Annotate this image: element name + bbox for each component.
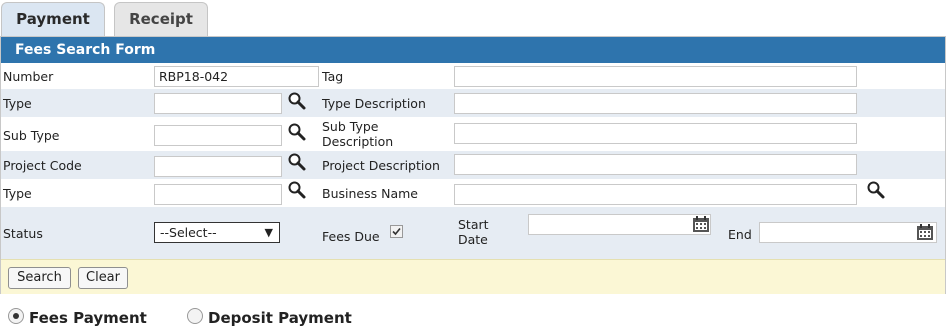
tab-bar: Payment Receipt <box>0 0 946 36</box>
status-label: Status <box>3 226 43 241</box>
deposit-payment-radio[interactable] <box>187 308 203 324</box>
form-title: Fees Search Form <box>1 37 945 63</box>
form-row-type: Type Type Description <box>1 89 945 117</box>
start-date-label: Start Date <box>458 217 489 247</box>
type-description-input[interactable] <box>454 93 857 114</box>
number-label: Number <box>3 69 54 84</box>
number-input[interactable] <box>154 66 319 87</box>
type-description-label: Type Description <box>322 96 426 111</box>
project-code-label: Project Code <box>3 158 82 173</box>
form-row-sub-type: Sub Type Sub Type Description <box>1 117 945 151</box>
form-row-business: Type Business Name <box>1 179 945 207</box>
payment-type-group: Fees Payment Deposit Payment <box>0 304 946 330</box>
project-description-label: Project Description <box>322 158 440 173</box>
sub-type-description-label: Sub Type Description <box>322 119 394 149</box>
business-name-label: Business Name <box>322 186 418 201</box>
business-name-input[interactable] <box>454 184 857 205</box>
search-button[interactable]: Search <box>8 267 71 289</box>
form-row-number: Number Tag <box>1 63 945 89</box>
sub-type-label: Sub Type <box>3 128 60 143</box>
business-name-lookup-icon[interactable] <box>866 180 886 200</box>
fees-payment-label[interactable]: Fees Payment <box>29 309 147 327</box>
start-date-calendar-icon[interactable] <box>691 214 711 234</box>
type-label: Type <box>3 96 32 111</box>
status-select[interactable]: --Select-- ▼ <box>154 222 280 243</box>
type-2-input[interactable] <box>154 184 282 205</box>
end-date-calendar-icon[interactable] <box>915 222 935 242</box>
sub-type-input[interactable] <box>154 125 282 146</box>
end-date-label: End <box>728 227 752 242</box>
checkmark-icon <box>392 227 401 236</box>
type-2-lookup-icon[interactable] <box>287 180 307 200</box>
fees-due-checkbox[interactable] <box>390 225 403 238</box>
clear-button[interactable]: Clear <box>78 267 128 289</box>
tag-label: Tag <box>322 69 344 84</box>
chevron-down-icon: ▼ <box>264 226 273 239</box>
end-date-input[interactable] <box>759 222 937 243</box>
sub-type-description-input[interactable] <box>454 123 857 144</box>
deposit-payment-label[interactable]: Deposit Payment <box>208 309 352 327</box>
sub-type-lookup-icon[interactable] <box>287 122 307 142</box>
project-code-lookup-icon[interactable] <box>287 152 307 172</box>
tab-payment[interactable]: Payment <box>1 2 105 36</box>
fees-search-form: Fees Search Form Number Tag Type Type De… <box>0 36 946 294</box>
type-input[interactable] <box>154 93 282 114</box>
status-selected-value: --Select-- <box>160 225 217 240</box>
tab-receipt[interactable]: Receipt <box>114 2 208 36</box>
form-button-bar: Search Clear <box>1 259 945 294</box>
fees-payment-radio[interactable] <box>8 308 24 324</box>
form-row-project: Project Code Project Description <box>1 151 945 179</box>
start-date-input[interactable] <box>528 214 711 235</box>
project-description-input[interactable] <box>454 154 857 175</box>
fees-due-label: Fees Due <box>322 229 380 244</box>
form-row-status: Status --Select-- ▼ Fees Due Start Date … <box>1 207 945 259</box>
tag-input[interactable] <box>454 66 857 87</box>
type-lookup-icon[interactable] <box>287 91 307 111</box>
project-code-input[interactable] <box>154 156 282 177</box>
type-2-label: Type <box>3 186 32 201</box>
